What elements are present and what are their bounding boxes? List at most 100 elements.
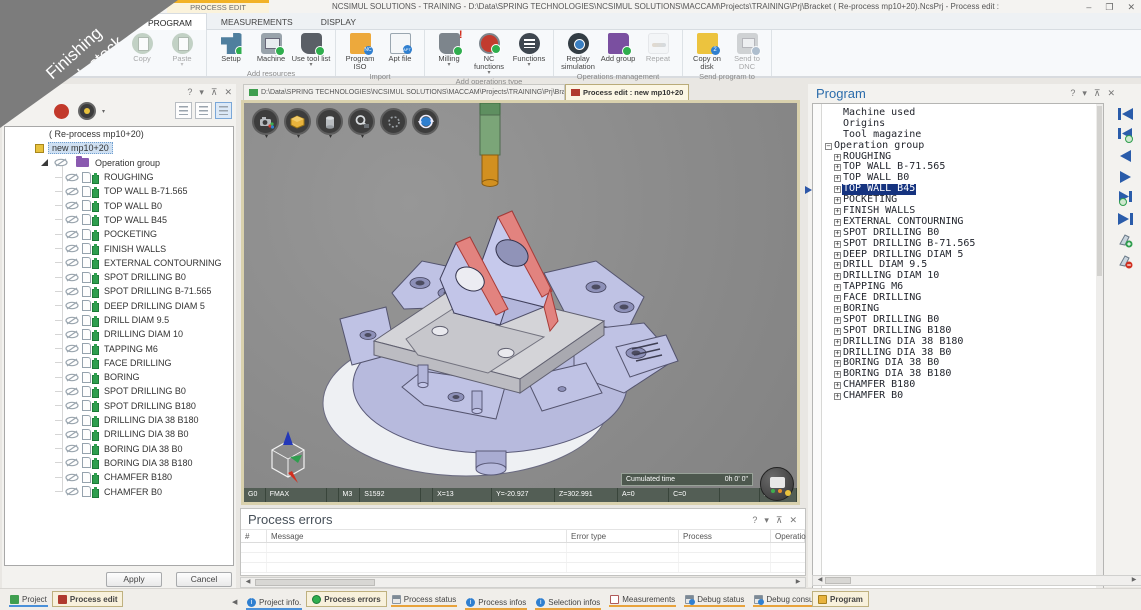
tree-root-program[interactable]: new mp10+20 (5, 141, 233, 155)
tree-operation-item[interactable]: EXTERNAL CONTOURNING (5, 256, 233, 270)
visibility-eye-icon[interactable] (65, 258, 79, 267)
expand-box-icon[interactable]: + (834, 197, 841, 204)
visibility-eye-icon[interactable] (54, 158, 68, 167)
panel-close-icon[interactable]: ✕ (1107, 88, 1115, 99)
skip-last-icon[interactable] (1117, 211, 1134, 227)
ribbon-button[interactable]: Add group (598, 32, 638, 71)
expand-box-icon[interactable]: + (834, 295, 841, 302)
list-compact-icon[interactable] (175, 102, 192, 119)
program-list-item[interactable]: − Operation group (825, 141, 1093, 152)
panel-help-icon[interactable]: ? (752, 515, 757, 526)
maximize-button[interactable]: ❐ (1105, 2, 1113, 13)
tree-operation-item[interactable]: DEEP DRILLING DIAM 5 (5, 299, 233, 313)
panel-close-icon[interactable]: ✕ (789, 515, 797, 526)
ribbon-button[interactable]: Setup (211, 32, 251, 68)
expand-box-icon[interactable]: + (834, 371, 841, 378)
panel-menu-icon[interactable]: ▾ (1082, 88, 1087, 99)
simulation-viewport[interactable]: ▾ ▾ ▾ ▾ (241, 100, 800, 505)
view-settings-icon[interactable]: ▾ (252, 108, 279, 135)
machine-status-icon[interactable] (760, 467, 794, 501)
visibility-eye-icon[interactable] (65, 458, 79, 467)
tree-root-project[interactable]: ( Re-process mp10+20) (5, 127, 233, 141)
document-tab-process-edit[interactable]: Process edit : new mp10+20 (565, 84, 689, 100)
program-list-item[interactable]: + CHAMFER B0 (825, 391, 1093, 402)
bottom-tab[interactable]: Project info. (242, 594, 306, 610)
visibility-eye-icon[interactable] (65, 316, 79, 325)
panel-close-icon[interactable]: ✕ (224, 87, 232, 98)
document-tab-project[interactable]: D:\Data\SPRING TECHNOLOGIES\NCSIMUL SOLU… (243, 84, 565, 100)
program-list-item[interactable]: + SPOT DRILLING B-71.565 (825, 239, 1093, 250)
bottom-tab-program[interactable]: Program (812, 591, 869, 607)
tree-operation-item[interactable]: TOP WALL B-71.565 (5, 184, 233, 198)
tree-operation-item[interactable]: ROUGHING (5, 170, 233, 184)
ribbon-button[interactable]: Repeat (638, 32, 678, 71)
list-detailed-icon[interactable] (215, 102, 232, 119)
tool-display-icon[interactable]: ▾ (316, 108, 343, 135)
target-icon[interactable] (78, 102, 96, 120)
tree-operation-item[interactable]: CHAMFER B0 (5, 484, 233, 498)
ribbon-button[interactable]: Replay simulation (558, 32, 598, 71)
scrollbar-thumb[interactable] (1097, 106, 1102, 276)
tree-operation-item[interactable]: FACE DRILLING (5, 356, 233, 370)
panel-help-icon[interactable]: ? (1070, 88, 1075, 99)
replay-from-start-icon[interactable] (1117, 127, 1134, 143)
panel-menu-icon[interactable]: ▾ (199, 87, 204, 98)
errors-horizontal-scrollbar[interactable]: ◀ ▶ (240, 577, 806, 588)
tree-operation-item[interactable]: POCKETING (5, 227, 233, 241)
ribbon-button[interactable]: Apt file (380, 32, 420, 71)
tree-operation-group[interactable]: Operation group (5, 156, 233, 170)
bottom-tab[interactable]: Selection infos (531, 594, 605, 610)
ribbon-button[interactable]: Copy on disk (687, 32, 727, 71)
cancel-button[interactable]: Cancel (176, 572, 232, 587)
ribbon-button[interactable]: Copy (122, 32, 162, 68)
expand-box-icon[interactable]: + (834, 393, 841, 400)
expand-box-icon[interactable]: + (834, 317, 841, 324)
minimize-button[interactable]: – (1086, 2, 1091, 13)
visibility-eye-icon[interactable] (65, 244, 79, 253)
scroll-right-icon[interactable]: ▶ (792, 578, 804, 587)
program-list-item[interactable]: + DRILLING DIA 38 B180 (825, 337, 1093, 348)
tree-operation-item[interactable]: SPOT DRILLING B0 (5, 384, 233, 398)
close-button[interactable]: ✕ (1127, 2, 1135, 13)
visibility-eye-icon[interactable] (65, 473, 79, 482)
visibility-eye-icon[interactable] (65, 387, 79, 396)
visibility-eye-icon[interactable] (65, 344, 79, 353)
expand-box-icon[interactable]: + (834, 230, 841, 237)
bottom-tab[interactable]: Debug status (680, 591, 749, 607)
visibility-eye-icon[interactable] (65, 330, 79, 339)
skip-first-icon[interactable] (1117, 106, 1134, 122)
stock-display-icon[interactable]: ▾ (284, 108, 311, 135)
ribbon-button[interactable]: Program ISO (340, 32, 380, 71)
expand-box-icon[interactable]: + (834, 273, 841, 280)
visibility-eye-icon[interactable] (65, 301, 79, 310)
panel-pin-icon[interactable]: ⊼ (776, 515, 783, 526)
ribbon-button[interactable]: Use tool list▾ (291, 32, 331, 68)
selection-icon[interactable] (380, 108, 407, 135)
tree-operation-item[interactable]: TAPPING M6 (5, 341, 233, 355)
visibility-eye-icon[interactable] (65, 215, 79, 224)
record-icon[interactable] (54, 104, 69, 119)
tree-operation-item[interactable]: SPOT DRILLING B-71.565 (5, 284, 233, 298)
step-back-icon[interactable] (1117, 148, 1134, 164)
bottom-tab[interactable]: Process infos (461, 594, 531, 610)
expand-box-icon[interactable]: + (834, 360, 841, 367)
bottom-tab[interactable]: Project (5, 591, 52, 607)
tab-scroll-left-icon[interactable]: ◀ (232, 598, 242, 606)
bottom-tab[interactable]: Process status (387, 591, 461, 607)
panel-menu-icon[interactable]: ▾ (764, 515, 769, 526)
tree-operation-item[interactable]: TOP WALL B45 (5, 213, 233, 227)
ribbon-button[interactable]: Send to DNC (727, 32, 767, 71)
tree-operation-item[interactable]: DRILLING DIA 38 B180 (5, 413, 233, 427)
visibility-eye-icon[interactable] (65, 230, 79, 239)
zoom-icon[interactable]: ▾ (348, 108, 375, 135)
expand-box-icon[interactable]: + (834, 328, 841, 335)
ribbon-button[interactable]: Functions▾ (509, 32, 549, 76)
remove-tool-icon[interactable] (1117, 253, 1134, 269)
apply-button[interactable]: Apply (106, 572, 162, 587)
expand-box-icon[interactable]: + (834, 284, 841, 291)
visibility-eye-icon[interactable] (65, 430, 79, 439)
visibility-eye-icon[interactable] (65, 416, 79, 425)
tree-operation-item[interactable]: DRILL DIAM 9.5 (5, 313, 233, 327)
tree-operation-item[interactable]: BORING DIA 38 B180 (5, 456, 233, 470)
play-forward-icon[interactable] (1117, 169, 1134, 185)
